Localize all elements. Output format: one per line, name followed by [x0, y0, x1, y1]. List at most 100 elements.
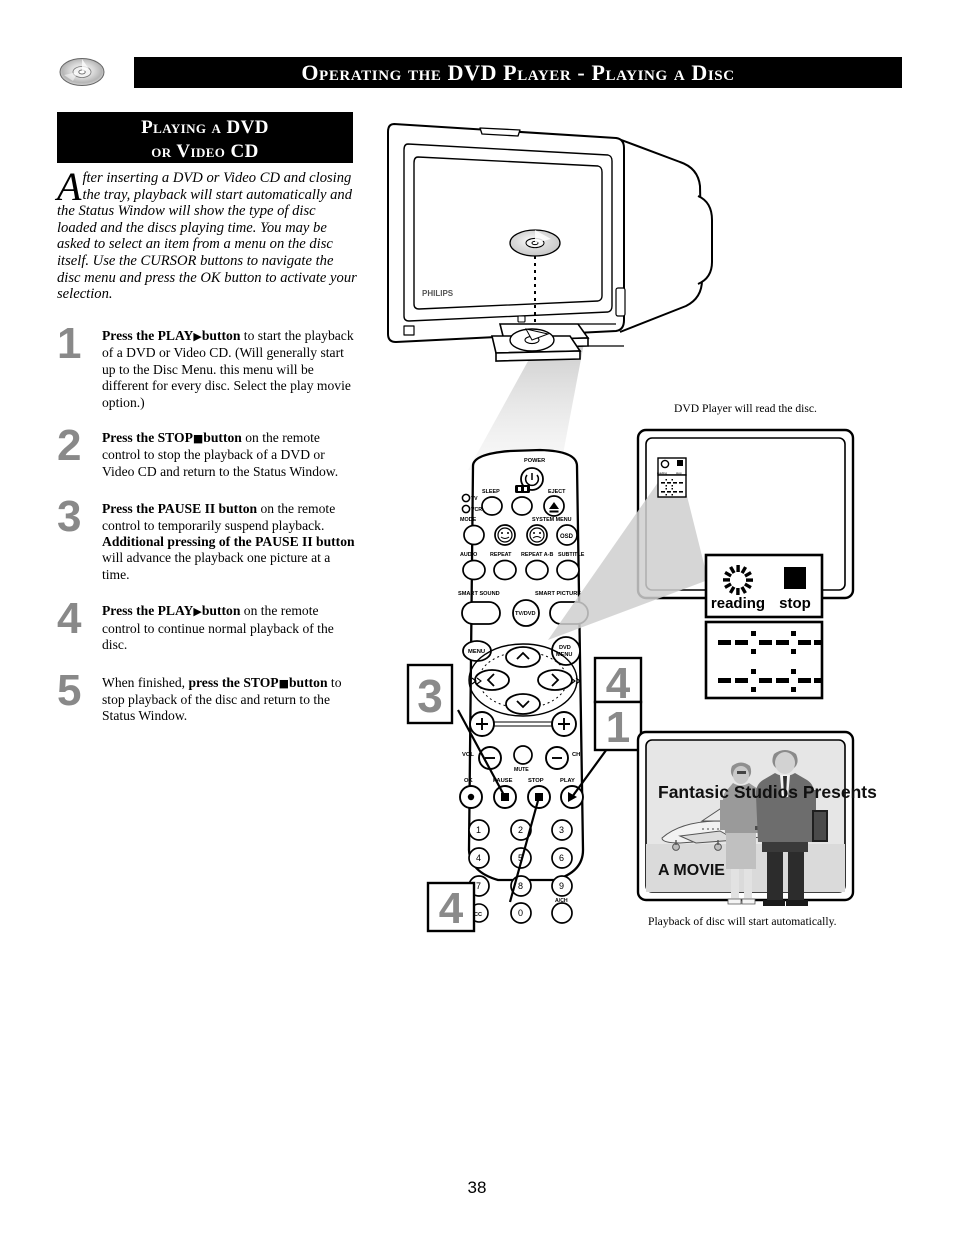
callout-box-3: 3: [406, 663, 454, 725]
step-lead: press the STOP: [188, 674, 279, 690]
callout-box-4-top: 4: [593, 656, 643, 708]
stop-label: stop: [779, 595, 811, 612]
movie-title: Fantasic Studios Presents: [658, 782, 877, 802]
intro-text: fter inserting a DVD or Video CD and clo…: [57, 170, 357, 303]
step-number: 1: [57, 319, 82, 368]
svg-text:9: 9: [559, 881, 564, 891]
remote-label-ch: CH: [572, 752, 580, 758]
callout-box-4-bottom: 4: [426, 881, 476, 933]
remote-label-repeat: REPEAT: [490, 552, 512, 558]
step-number: 5: [57, 665, 82, 715]
step-lead2: button: [289, 674, 328, 690]
remote-label-power: POWER: [524, 458, 545, 464]
svg-text:4: 4: [606, 659, 631, 708]
section-title-line2: or Video CD: [151, 141, 259, 162]
repeat-button-2: [493, 559, 517, 581]
step-number: 3: [57, 492, 82, 542]
step-lead2: button: [201, 328, 241, 343]
remote-label-subtitle: SUBTITLE: [558, 552, 585, 558]
step-lead: Press the PLAY: [102, 328, 194, 343]
mute-button: [513, 745, 533, 765]
svg-text:1: 1: [606, 703, 630, 752]
repeat-ab-button-2: [525, 559, 549, 581]
step-rest2: will advance the playback one picture at…: [102, 550, 331, 582]
remote-label-ok: OK: [464, 778, 474, 784]
step-text: Press the PLAY▶button on the remote cont…: [102, 603, 357, 653]
manual-page: Operating the DVD Player - Playing a Dis…: [0, 0, 954, 1235]
remote-label-vcr: VCR: [471, 507, 482, 513]
step-item: 3 Press the PAUSE II button on the remot…: [57, 495, 357, 583]
remote-label-system-menu: SYSTEM MENU: [532, 517, 572, 523]
callout-box-1: 1: [593, 700, 643, 752]
step-pre: When finished,: [102, 674, 189, 690]
section-title-box: Playing a DVD or Video CD: [57, 112, 353, 163]
svg-text:3: 3: [417, 670, 443, 722]
play-glyph-icon: ▶: [193, 605, 202, 619]
step-item: 5 When finished, press the STOP■button t…: [57, 668, 357, 725]
step-lead: Press the PAUSE II button: [102, 501, 258, 517]
remote-label-audio: AUDIO: [460, 552, 477, 558]
svg-text:8: 8: [518, 881, 523, 891]
remote-label-repeat-ab: REPEAT A-B: [521, 552, 553, 558]
svg-text:3: 3: [559, 825, 564, 835]
disc-icon: [59, 58, 105, 86]
steps-list: 1 Press the PLAY▶button to start the pla…: [57, 322, 357, 742]
intro-dropcap: A: [57, 164, 82, 209]
caption-tv-read: DVD Player will read the disc.: [674, 402, 817, 415]
step-item: 4 Press the PLAY▶button on the remote co…: [57, 597, 357, 653]
remote-label-dvd: DVD: [559, 645, 571, 651]
illustration-group: PHILIPS DVD Player will read the disc. P…: [387, 123, 877, 933]
reading-label: reading: [711, 595, 765, 612]
vcr-led: [461, 504, 471, 514]
remote-label-stop: STOP: [528, 778, 544, 784]
remote-label-tv-dvd: TV/DVD: [515, 611, 536, 617]
step-lead: Press the PLAY: [102, 603, 194, 619]
step-lead2: button: [203, 430, 242, 446]
step-lead: Press the STOP: [102, 430, 193, 446]
play-glyph-icon: ▶: [193, 330, 202, 343]
remote-label-smart-sound: SMART SOUND: [458, 591, 500, 597]
key-ach: [551, 902, 573, 924]
remote-label-tv: TV: [471, 496, 478, 502]
cursor-down-button: [505, 693, 541, 715]
svg-text:2: 2: [518, 825, 523, 835]
step-text: Press the PLAY▶button to start the playb…: [102, 328, 357, 411]
time-display-panel: [704, 620, 824, 700]
remote-label-vol: VOL: [462, 752, 474, 758]
remote-label-smart-picture: SMART PICTURE: [535, 591, 581, 597]
remote-label-eject: EJECT: [548, 489, 566, 495]
remote-label-ach: A/CH: [555, 898, 568, 904]
smart-sound-button: [461, 601, 501, 625]
step-number: 4: [57, 594, 82, 644]
remote-label-sleep: SLEEP: [482, 489, 500, 495]
caption-playback-auto: Playback of disc will start automaticall…: [648, 915, 837, 928]
svg-text:PHILIPS: PHILIPS: [422, 289, 454, 298]
step-bold2: Additional pressing of the PAUSE II butt…: [102, 534, 355, 550]
stop-square-icon: [784, 567, 806, 589]
stop-glyph-icon: ■: [192, 432, 204, 446]
remote-label-play: PLAY: [560, 778, 575, 784]
screen-format-icon: [515, 485, 530, 493]
step-text: Press the PAUSE II button on the remote …: [102, 501, 357, 583]
audio-button: [462, 559, 486, 581]
status-window-enlarged: reading stop: [704, 553, 824, 619]
tv-led: [461, 493, 471, 503]
svg-text:CC: CC: [474, 912, 482, 918]
step-lead2: button: [201, 603, 241, 619]
svg-text:4: 4: [476, 853, 481, 863]
step-text: When finished, press the STOP■button to …: [102, 675, 357, 725]
remote-label-mute: MUTE: [514, 767, 529, 773]
svg-text:7: 7: [476, 881, 481, 891]
page-title: Operating the DVD Player - Playing a Dis…: [301, 59, 735, 85]
remote-label-osd: OSD: [560, 534, 574, 540]
stop-glyph-icon: ■: [278, 676, 289, 690]
step-number: 2: [57, 421, 82, 471]
step-text: Press the STOP■button on the remote cont…: [102, 430, 357, 480]
remote-label-mode: MODE: [460, 517, 477, 523]
format-button: [511, 496, 533, 516]
status-window-small: reading stop: [657, 457, 687, 498]
section-title-line1: Playing a DVD: [141, 117, 269, 138]
page-number: 38: [467, 1178, 487, 1197]
svg-text:6: 6: [559, 853, 564, 863]
movie-subtitle: A MOVIE: [658, 862, 725, 879]
